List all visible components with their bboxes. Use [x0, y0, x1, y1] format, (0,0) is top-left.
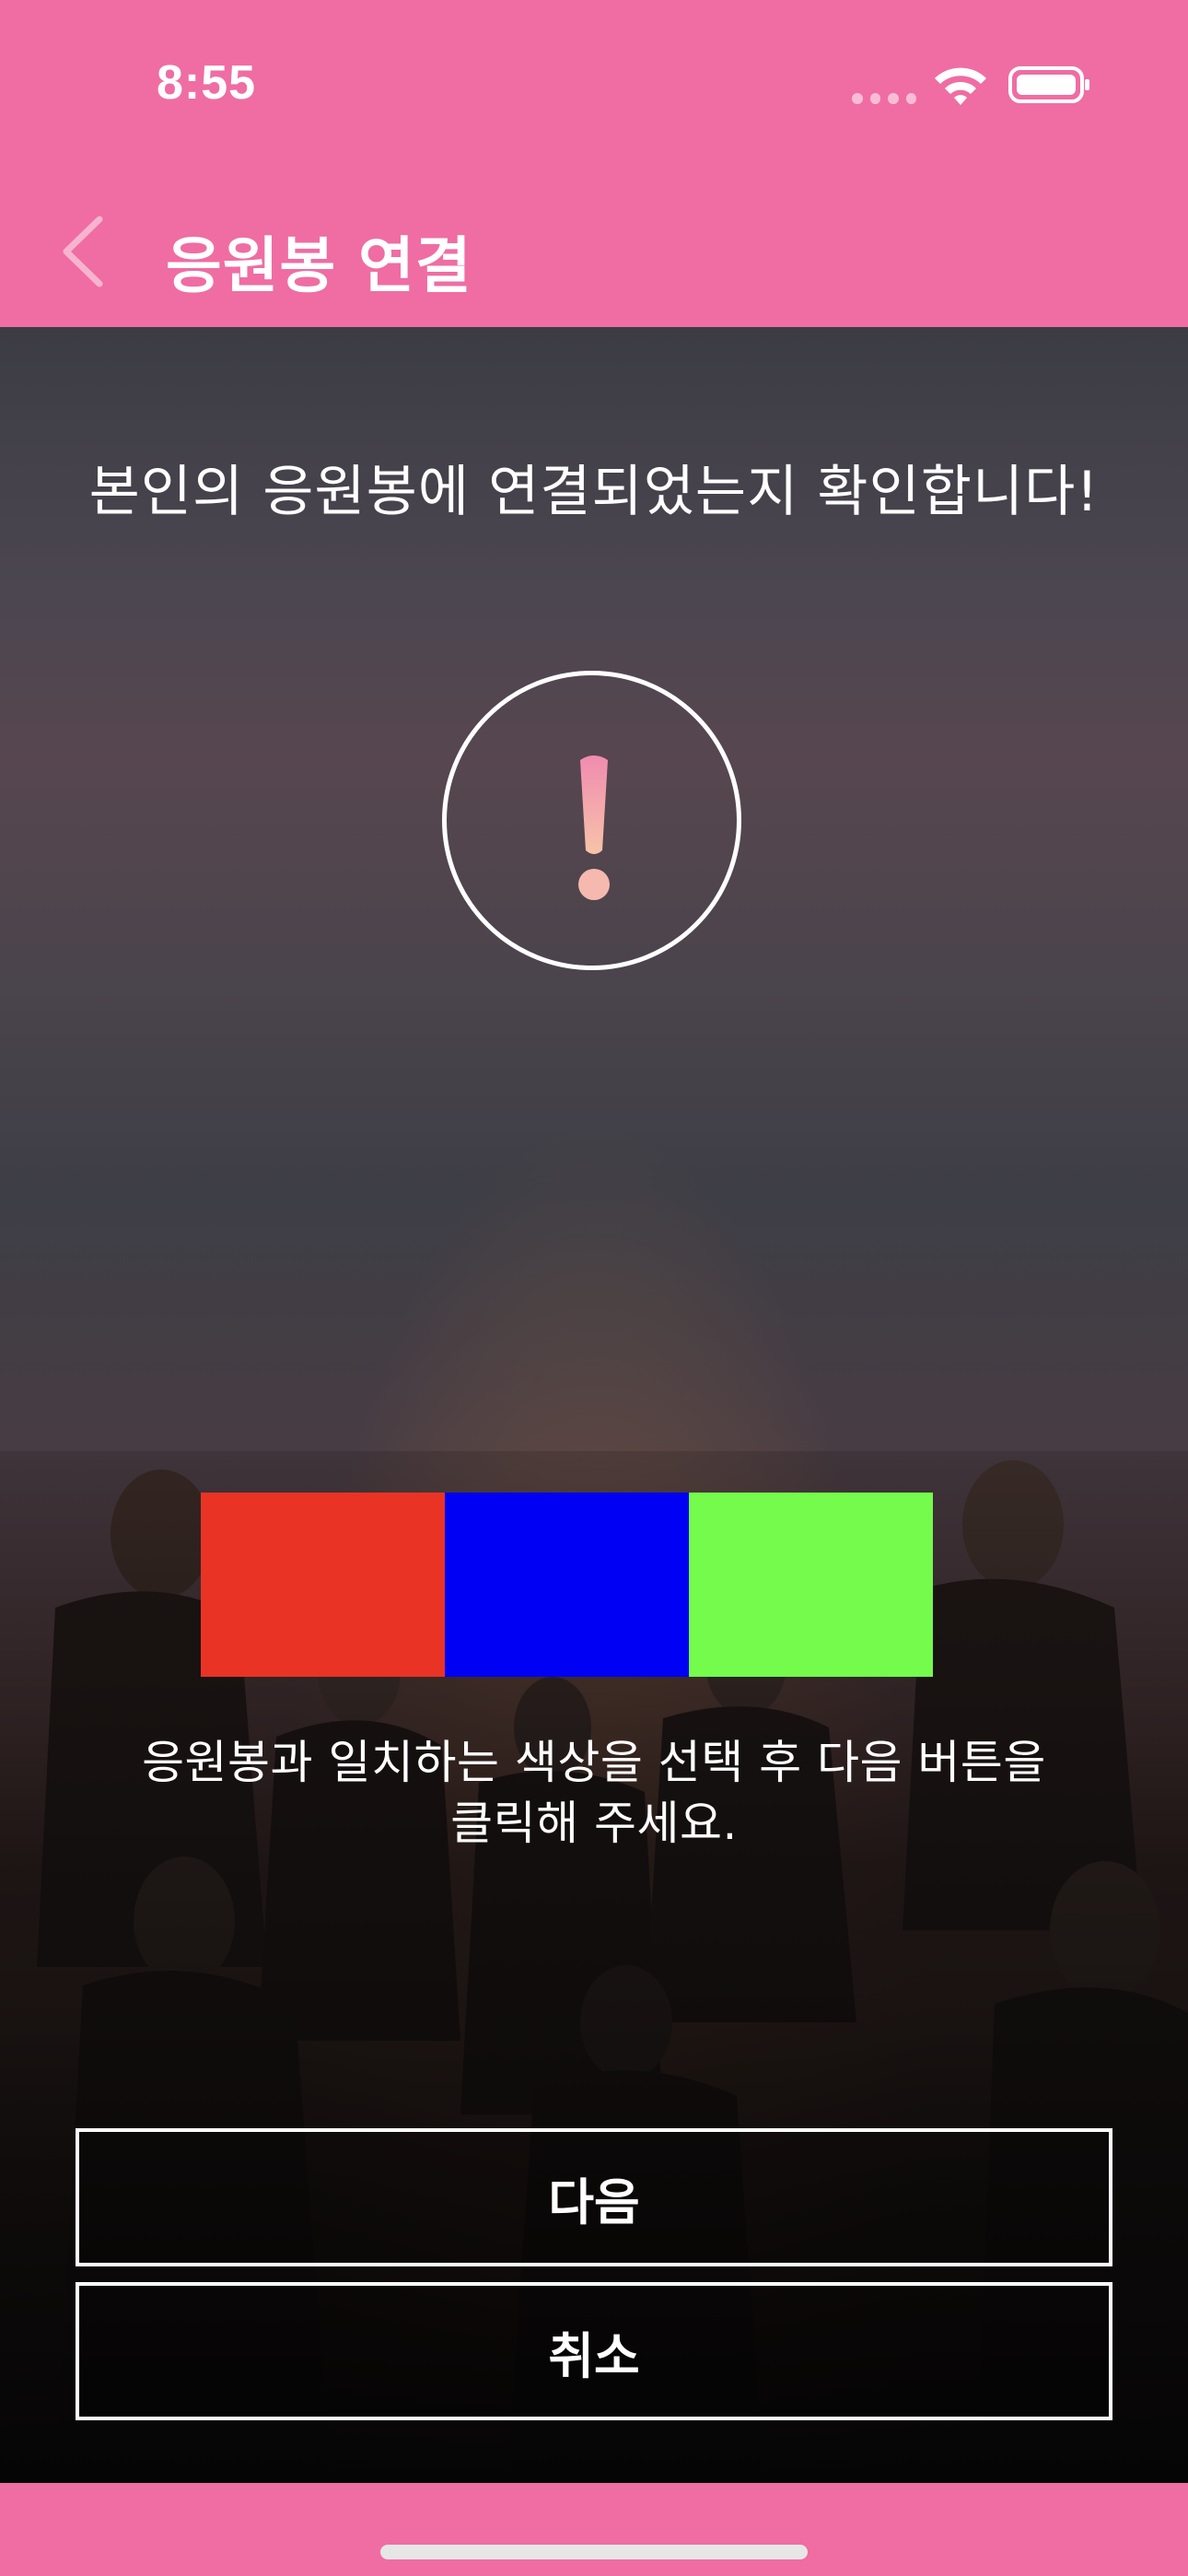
- connection-check-heading: 본인의 응원봉에 연결되었는지 확인합니다!: [88, 460, 1100, 524]
- cellular-signal-icon: [852, 93, 916, 104]
- status-time: 8:55: [157, 56, 257, 110]
- instruction-line-1: 응원봉과 일치하는 색상을 선택 후 다음 버튼을: [142, 1736, 1046, 1789]
- color-options: [201, 1493, 933, 1677]
- home-indicator[interactable]: [380, 2545, 808, 2559]
- wifi-icon: [935, 67, 986, 105]
- exclamation-icon: [578, 755, 610, 900]
- instruction-text: 응원봉과 일치하는 색상을 선택 후 다음 버튼을 클릭해 주세요.: [92, 1732, 1096, 1854]
- color-swatch-red[interactable]: [201, 1493, 445, 1677]
- page-title: 응원봉 연결: [166, 230, 472, 301]
- color-swatch-green[interactable]: [689, 1493, 933, 1677]
- battery-icon: [1008, 66, 1089, 103]
- cancel-button[interactable]: 취소: [76, 2282, 1112, 2420]
- back-button[interactable]: [55, 210, 120, 293]
- bottom-bar: [0, 2483, 1188, 2576]
- color-swatch-blue[interactable]: [445, 1493, 689, 1677]
- main-content: 본인의 응원봉에 연결되었는지 확인합니다! 응원봉과 일치하는 색상을 선택 …: [0, 327, 1188, 2483]
- app-header: 8:55 응원봉 연결: [0, 0, 1188, 327]
- next-button[interactable]: 다음: [76, 2128, 1112, 2266]
- instruction-line-2: 클릭해 주세요.: [450, 1797, 738, 1850]
